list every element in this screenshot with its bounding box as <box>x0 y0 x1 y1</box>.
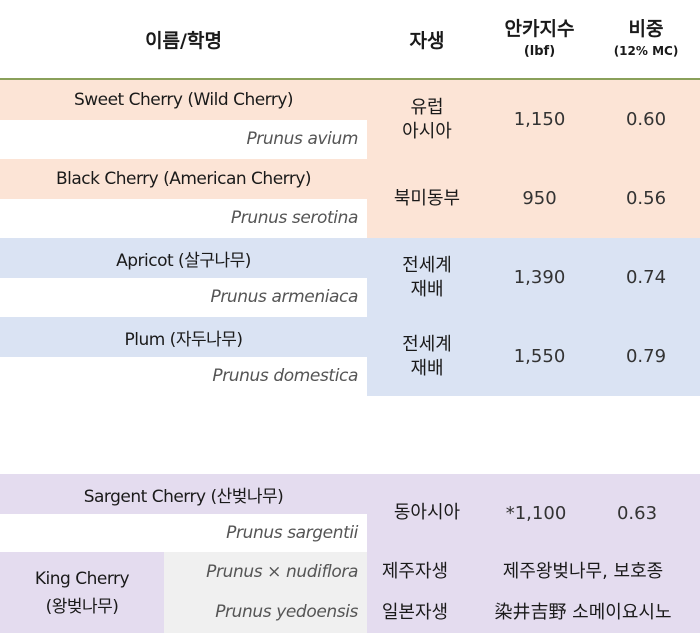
king-name: King Cherry (왕벚나무) <box>0 552 164 633</box>
king-note-2: 染井吉野 소메이요시노 <box>494 601 672 623</box>
row-origin: 전세계 재배 <box>367 317 487 396</box>
sargent-hardness: *1,100 <box>505 502 567 524</box>
row-name: Plum (자두나무) <box>124 329 243 350</box>
table-header: 이름/학명 자생 안카지수 (lbf) 비중 (12% MC) <box>0 0 700 79</box>
row-origin-line: 유럽 <box>410 96 444 118</box>
king-sci-1: Prunus × nudiflora <box>206 562 358 582</box>
king-name-line: King Cherry <box>34 568 130 589</box>
row-hardness: 1,150 <box>513 109 566 130</box>
header-gravity: 비중 <box>628 17 664 40</box>
header-hardness-unit: (lbf) <box>523 43 556 59</box>
header-origin: 자생 <box>409 29 445 52</box>
king-name-line: (왕벚나무) <box>45 596 119 617</box>
row-hardness: 1,390 <box>513 267 566 288</box>
sargent-origin: 동아시아 <box>393 502 461 523</box>
row-origin-line: 전세계 <box>402 333 452 355</box>
row-origin: 유럽 아시아 <box>367 80 487 159</box>
row-gravity: 0.79 <box>625 346 667 367</box>
row-origin-line: 전세계 <box>402 254 452 276</box>
row-name: Apricot (살구나무) <box>116 250 251 271</box>
row-sci: Prunus avium <box>246 129 358 149</box>
king-origin-2: 일본자생 <box>381 601 449 623</box>
row-sci: Prunus domestica <box>212 366 358 386</box>
header-gravity-unit: (12% MC) <box>613 44 679 58</box>
sargent-sci: Prunus sargentii <box>226 523 358 543</box>
row-origin: 전세계 재배 <box>367 238 487 317</box>
row-sci: Prunus armeniaca <box>210 287 358 307</box>
row-origin-line: 재배 <box>410 357 444 379</box>
sargent-gravity: 0.63 <box>616 502 658 524</box>
header-name: 이름/학명 <box>145 29 222 52</box>
row-gravity: 0.74 <box>625 267 667 288</box>
king-note-1: 제주왕벚나무, 보호종 <box>502 561 664 582</box>
row-gravity: 0.60 <box>625 109 667 130</box>
row-origin-line: 아시아 <box>402 120 452 142</box>
row-sci: Prunus serotina <box>230 208 359 228</box>
row-name: Sweet Cherry (Wild Cherry) <box>73 90 294 110</box>
king-origin-1: 제주자생 <box>381 561 449 582</box>
sargent-name: Sargent Cherry (산벚나무) <box>83 486 284 507</box>
row-hardness: 1,550 <box>513 346 566 367</box>
row-origin: 북미동부 <box>393 187 461 209</box>
row-hardness: 950 <box>522 188 557 209</box>
row-gravity: 0.56 <box>625 188 667 209</box>
row-origin-line: 재배 <box>410 278 444 300</box>
king-sci-2: Prunus yedoensis <box>215 602 358 622</box>
row-name: Black Cherry (American Cherry) <box>55 169 312 189</box>
header-hardness: 안카지수 <box>504 17 575 40</box>
